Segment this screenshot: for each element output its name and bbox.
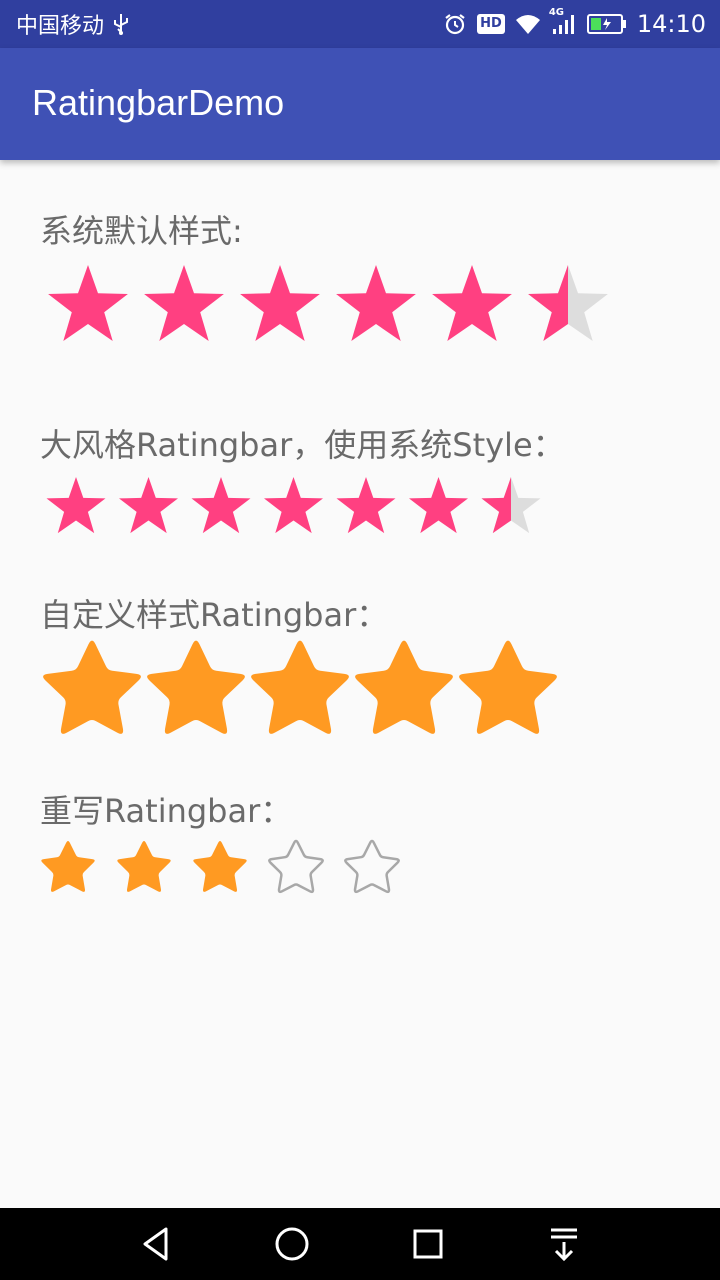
section-label-default: 系统默认样式: (40, 212, 243, 250)
battery-charging-icon (586, 13, 627, 35)
signal-icon: 4G (549, 7, 577, 35)
network-badge: 4G (548, 7, 564, 18)
star-icon[interactable] (240, 265, 320, 341)
rating-bars-layer (41, 265, 608, 894)
star-icon[interactable] (41, 840, 95, 892)
rating-bar-large[interactable] (46, 477, 541, 534)
app-bar: RatingbarDemo (0, 48, 720, 160)
star-icon[interactable] (268, 839, 324, 894)
home-button[interactable] (264, 1220, 320, 1268)
star-icon[interactable] (336, 265, 416, 341)
back-button[interactable] (128, 1220, 184, 1268)
status-right: HD 4G 14:10 (443, 0, 706, 48)
star-icon[interactable] (409, 477, 468, 534)
star-icon[interactable] (147, 640, 245, 734)
star-icon[interactable] (481, 477, 541, 534)
star-icon[interactable] (48, 265, 128, 341)
star-icon[interactable] (528, 265, 608, 341)
usb-icon (112, 12, 130, 36)
hd-badge: HD (477, 14, 505, 34)
alarm-icon (443, 12, 467, 36)
star-icon[interactable] (344, 839, 400, 894)
section-label-override: 重写Ratingbar： (40, 792, 293, 830)
status-left: 中国移动 (16, 0, 130, 48)
star-icon[interactable] (432, 265, 512, 341)
recents-icon (413, 1229, 443, 1259)
back-icon (143, 1227, 168, 1261)
recents-button[interactable] (400, 1220, 456, 1268)
section-label-custom: 自定义样式Ratingbar： (40, 596, 389, 634)
star-icon[interactable] (117, 840, 171, 892)
star-icon[interactable] (144, 265, 224, 341)
rating-bar-default[interactable] (48, 265, 608, 341)
star-icon[interactable] (43, 640, 141, 734)
star-icon[interactable] (193, 840, 247, 892)
star-icon[interactable] (336, 477, 396, 534)
notification-pull-button[interactable] (536, 1220, 592, 1268)
rating-bar-override[interactable] (41, 839, 400, 894)
status-bar: 中国移动 HD 4G 14:10 (0, 0, 720, 48)
wifi-icon (515, 13, 541, 35)
app-title: RatingbarDemo (32, 82, 285, 123)
home-icon (275, 1227, 309, 1261)
star-icon[interactable] (459, 640, 557, 734)
section-label-large: 大风格Ratingbar，使用系统Style： (40, 426, 565, 464)
notification-pull-icon (551, 1228, 577, 1262)
star-icon[interactable] (355, 640, 453, 734)
star-icon[interactable] (46, 477, 106, 534)
clock-time: 14:10 (636, 10, 706, 38)
star-icon[interactable] (191, 477, 251, 534)
star-icon[interactable] (264, 477, 323, 534)
navigation-bar (0, 1208, 720, 1280)
rating-bar-custom[interactable] (43, 640, 557, 734)
carrier-name: 中国移动 (16, 14, 105, 39)
star-icon[interactable] (251, 640, 349, 734)
star-icon[interactable] (119, 477, 178, 534)
